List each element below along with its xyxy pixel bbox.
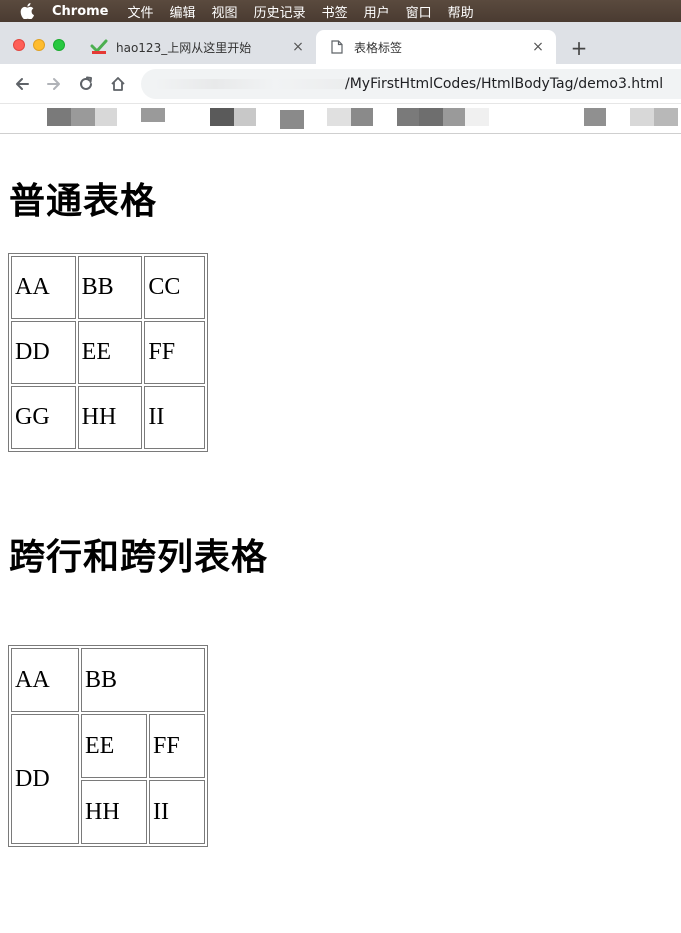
address-bar[interactable]: /MyFirstHtmlCodes/HtmlBodyTag/demo3.html	[141, 69, 681, 99]
table-cell: EE	[81, 714, 147, 778]
table-cell: AA	[11, 256, 76, 319]
table-cell: DD	[11, 321, 76, 384]
table-row: GG HH II	[11, 386, 205, 449]
table-cell: BB	[77, 256, 143, 319]
table-cell: FF	[149, 714, 205, 778]
bookmark-item-obscured[interactable]	[419, 108, 443, 126]
bookmark-item-obscured[interactable]	[327, 108, 351, 126]
tab-title: 表格标签	[354, 40, 403, 55]
table-row: AA BB CC	[11, 256, 205, 319]
menu-bookmarks[interactable]: 书签	[322, 2, 348, 21]
macos-menu-bar: Chrome 文件 编辑 视图 历史记录 书签 用户 窗口 帮助	[0, 0, 681, 22]
menu-window[interactable]: 窗口	[406, 2, 432, 21]
forward-arrow-icon[interactable]	[43, 73, 65, 95]
new-tab-button[interactable]: +	[568, 36, 590, 60]
home-icon[interactable]	[107, 73, 129, 95]
tab-close-icon[interactable]: ×	[288, 37, 308, 57]
menu-help[interactable]: 帮助	[448, 2, 474, 21]
menu-file[interactable]: 文件	[128, 2, 154, 21]
bookmark-item-obscured[interactable]	[280, 110, 304, 129]
url-host-obscured	[155, 79, 355, 89]
bookmark-item-obscured[interactable]	[630, 108, 654, 126]
tab-hao123[interactable]: hao123_上网从这里开始 ×	[78, 30, 316, 64]
browser-toolbar: /MyFirstHtmlCodes/HtmlBodyTag/demo3.html	[0, 64, 681, 104]
bookmark-item-obscured[interactable]	[654, 108, 678, 126]
table-cell: GG	[11, 386, 76, 449]
bookmark-item-obscured[interactable]	[141, 108, 165, 122]
apple-logo-icon[interactable]	[20, 2, 38, 20]
tab-close-icon[interactable]: ×	[528, 37, 548, 57]
tab-title: hao123_上网从这里开始	[116, 40, 252, 55]
table-cell-colspan: BB	[81, 648, 205, 712]
bookmark-item-obscured[interactable]	[465, 108, 489, 126]
menu-app-name[interactable]: Chrome	[52, 4, 109, 19]
table-cell: CC	[144, 256, 205, 319]
window-zoom-button[interactable]	[53, 39, 65, 51]
window-close-button[interactable]	[13, 39, 25, 51]
reload-icon[interactable]	[75, 73, 97, 95]
bookmark-item-obscured[interactable]	[351, 108, 373, 126]
table-row: DD EE FF	[11, 321, 205, 384]
bookmark-item-obscured[interactable]	[397, 108, 419, 126]
menu-history[interactable]: 历史记录	[254, 2, 306, 21]
table-cell: AA	[11, 648, 79, 712]
table-row: DD EE FF	[11, 714, 205, 844]
table-cell-rowspan: DD	[11, 714, 79, 844]
menu-people[interactable]: 用户	[364, 2, 390, 21]
table-cell: FF	[144, 321, 205, 384]
tab-table-tag[interactable]: 表格标签 ×	[316, 30, 556, 64]
table-cell: II	[144, 386, 205, 449]
bookmark-item-obscured[interactable]	[95, 108, 117, 126]
window-minimize-button[interactable]	[33, 39, 45, 51]
table-cell: II	[149, 780, 205, 844]
bookmark-item-obscured[interactable]	[71, 108, 95, 126]
page-icon	[328, 38, 346, 56]
menu-edit[interactable]: 编辑	[170, 2, 196, 21]
bookmark-item-obscured[interactable]	[584, 108, 606, 126]
page-content: 普通表格 AA BB CC DD EE FF GG HH II 跨行和跨列表格 …	[0, 134, 681, 933]
normal-table: AA BB CC DD EE FF GG HH II	[8, 253, 208, 452]
address-url-text: /MyFirstHtmlCodes/HtmlBodyTag/demo3.html	[345, 76, 664, 92]
bookmark-item-obscured[interactable]	[210, 108, 234, 126]
table-row: AA BB	[11, 648, 205, 712]
hao123-icon	[90, 38, 108, 56]
heading-span-table: 跨行和跨列表格	[9, 536, 269, 578]
bookmark-item-obscured[interactable]	[234, 108, 256, 126]
bookmark-item-obscured[interactable]	[443, 108, 465, 126]
menu-view[interactable]: 视图	[212, 2, 238, 21]
table-cell: HH	[77, 386, 143, 449]
bookmark-item-obscured[interactable]	[47, 108, 71, 126]
back-arrow-icon[interactable]	[11, 73, 33, 95]
table-cell: HH	[81, 780, 147, 844]
table-cell: EE	[77, 321, 143, 384]
tab-strip: hao123_上网从这里开始 × 表格标签 × +	[0, 22, 681, 64]
bookmarks-bar	[0, 104, 681, 134]
heading-normal-table: 普通表格	[9, 180, 158, 222]
span-table: AA BB DD EE FF HH II	[8, 645, 208, 847]
